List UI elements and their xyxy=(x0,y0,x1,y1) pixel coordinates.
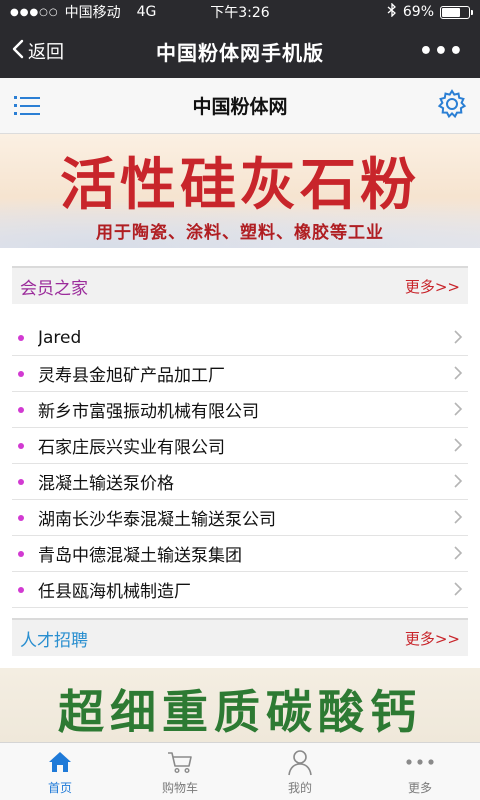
section-title-jobs: 人才招聘 xyxy=(20,630,88,651)
chevron-right-icon xyxy=(448,542,468,566)
list-item-label: 石家庄辰兴实业有限公司 xyxy=(38,438,225,458)
chevron-right-icon xyxy=(448,398,468,422)
battery-icon xyxy=(440,5,473,19)
window-title: 中国粉体网手机版 xyxy=(156,40,324,65)
title-bar: 返回 中国粉体网手机版 ••• xyxy=(0,24,480,78)
list-item-label: 混凝土输送泵价格 xyxy=(38,474,174,494)
menu-icon xyxy=(14,96,56,115)
list-item[interactable]: 混凝土输送泵价格 xyxy=(12,464,468,500)
list-item-label: 灵寿县金旭矿产品加工厂 xyxy=(38,366,225,386)
tab-profile[interactable]: 我的 xyxy=(240,743,360,800)
signal-strength-icon: ●●●○○ xyxy=(10,6,59,18)
list-item[interactable]: 石家庄辰兴实业有限公司 xyxy=(12,428,468,464)
battery-level xyxy=(442,7,460,17)
list-item-label: 湖南长沙华泰混凝土输送泵公司 xyxy=(38,510,276,530)
status-bar-left: ●●●○○ 中国移动 4G xyxy=(10,2,387,22)
tab-bar: 首页 购物车 我的 更多 xyxy=(0,742,480,800)
section-title-members: 会员之家 xyxy=(20,278,88,299)
bluetooth-icon xyxy=(387,2,397,21)
menu-button[interactable] xyxy=(0,78,56,134)
user-icon xyxy=(287,747,313,777)
bullet-icon xyxy=(18,442,24,449)
list-item[interactable]: 青岛中德混凝土输送泵集团 xyxy=(12,536,468,572)
banner-subtitle: 用于陶瓷、涂料、塑料、橡胶等工业 xyxy=(96,223,384,243)
member-list: Jared 灵寿县金旭矿产品加工厂 新乡市富强振动机械有限公司 石家庄辰兴实业有… xyxy=(12,320,468,608)
more-link-jobs[interactable]: 更多>> xyxy=(405,628,460,649)
list-item-label: 任县瓯海机械制造厂 xyxy=(38,582,191,602)
list-item[interactable]: 新乡市富强振动机械有限公司 xyxy=(12,392,468,428)
tab-cart[interactable]: 购物车 xyxy=(120,743,240,800)
bullet-icon xyxy=(18,586,24,593)
network-label: 4G xyxy=(136,4,157,20)
home-icon xyxy=(47,747,73,777)
section-header-members: 会员之家 更多>> xyxy=(12,266,468,304)
tab-more[interactable]: 更多 xyxy=(360,743,480,800)
promo-banner-bottom[interactable]: 超细重质碳酸钙 xyxy=(0,668,480,742)
banner-bottom-title: 超细重质碳酸钙 xyxy=(58,685,422,739)
tab-home[interactable]: 首页 xyxy=(0,743,120,800)
chevron-right-icon xyxy=(448,470,468,494)
back-button[interactable]: 返回 xyxy=(0,38,120,64)
tab-more-label: 更多 xyxy=(407,781,432,795)
status-bar-right: 69% xyxy=(387,2,473,21)
gear-icon xyxy=(436,88,468,124)
promo-banner-top[interactable]: 活性硅灰石粉 用于陶瓷、涂料、塑料、橡胶等工业 xyxy=(0,134,480,248)
list-item[interactable]: 任县瓯海机械制造厂 xyxy=(12,572,468,608)
list-item[interactable]: Jared xyxy=(12,320,468,356)
more-icon xyxy=(405,747,435,777)
site-title: 中国粉体网 xyxy=(192,96,288,118)
back-label: 返回 xyxy=(28,42,64,63)
list-item-label: Jared xyxy=(38,327,82,348)
chevron-right-icon xyxy=(448,506,468,530)
settings-button[interactable] xyxy=(424,78,480,134)
tab-cart-label: 购物车 xyxy=(161,781,198,795)
more-options-button[interactable]: ••• xyxy=(360,39,480,64)
tab-home-label: 首页 xyxy=(47,781,72,795)
bullet-icon xyxy=(18,514,24,521)
section-header-jobs: 人才招聘 更多>> xyxy=(12,618,468,656)
tab-profile-label: 我的 xyxy=(287,781,312,795)
bullet-icon xyxy=(18,478,24,485)
banner-title: 活性硅灰石粉 xyxy=(60,152,420,218)
list-item-label: 新乡市富强振动机械有限公司 xyxy=(38,402,259,422)
site-header: 中国粉体网 xyxy=(0,78,480,134)
battery-percent: 69% xyxy=(402,4,434,20)
bullet-icon xyxy=(18,370,24,377)
list-item[interactable]: 湖南长沙华泰混凝土输送泵公司 xyxy=(12,500,468,536)
chevron-right-icon xyxy=(448,578,468,602)
list-item[interactable]: 灵寿县金旭矿产品加工厂 xyxy=(12,356,468,392)
bullet-icon xyxy=(18,550,24,557)
chevron-left-icon xyxy=(12,39,24,63)
chevron-right-icon xyxy=(448,326,468,350)
more-link-members[interactable]: 更多>> xyxy=(405,276,460,297)
bullet-icon xyxy=(18,406,24,413)
list-item-label: 青岛中德混凝土输送泵集团 xyxy=(38,546,242,566)
chevron-right-icon xyxy=(448,434,468,458)
status-bar: ●●●○○ 中国移动 4G 下午3:26 69% xyxy=(0,0,480,24)
cart-icon xyxy=(166,747,194,777)
carrier-label: 中国移动 xyxy=(64,5,121,21)
chevron-right-icon xyxy=(448,362,468,386)
bullet-icon xyxy=(18,334,24,341)
